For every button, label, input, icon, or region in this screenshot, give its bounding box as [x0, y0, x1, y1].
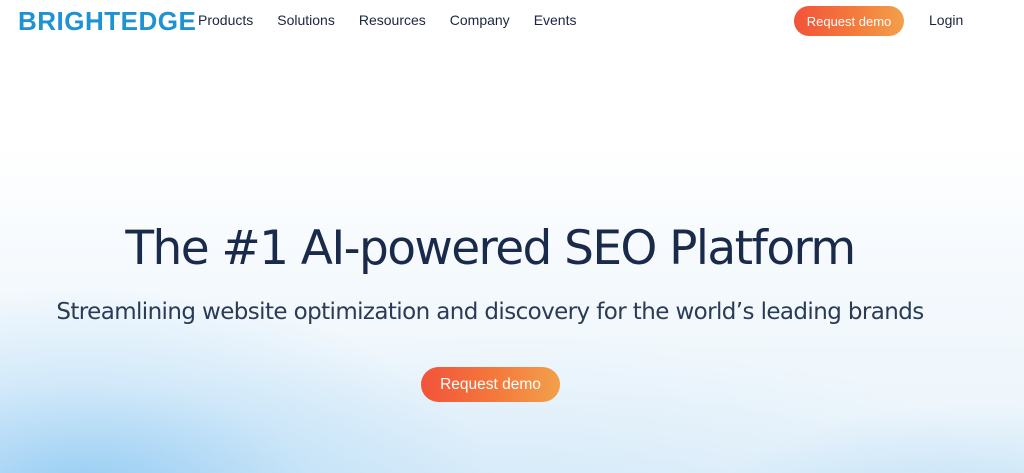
nav-item-company[interactable]: Company	[450, 12, 510, 28]
hero-request-demo-button[interactable]: Request demo	[421, 367, 560, 402]
hero-title: The #1 AI-powered SEO Platform	[125, 221, 856, 276]
nav-item-events[interactable]: Events	[534, 12, 577, 28]
nav-item-solutions[interactable]: Solutions	[277, 12, 335, 28]
login-link[interactable]: Login	[929, 12, 963, 28]
header-request-demo-button[interactable]: Request demo	[794, 6, 904, 36]
nav-item-products[interactable]: Products	[198, 12, 253, 28]
hero-section: The #1 AI-powered SEO Platform Streamlin…	[0, 0, 1024, 473]
brightedge-logo[interactable]: BRIGHTEDGE	[18, 7, 196, 35]
main-nav: Products Solutions Resources Company Eve…	[198, 12, 601, 28]
nav-item-resources[interactable]: Resources	[359, 12, 426, 28]
hero-subtitle: Streamlining website optimization and di…	[56, 299, 924, 325]
site-header: BRIGHTEDGE Products Solutions Resources …	[0, 0, 1024, 42]
